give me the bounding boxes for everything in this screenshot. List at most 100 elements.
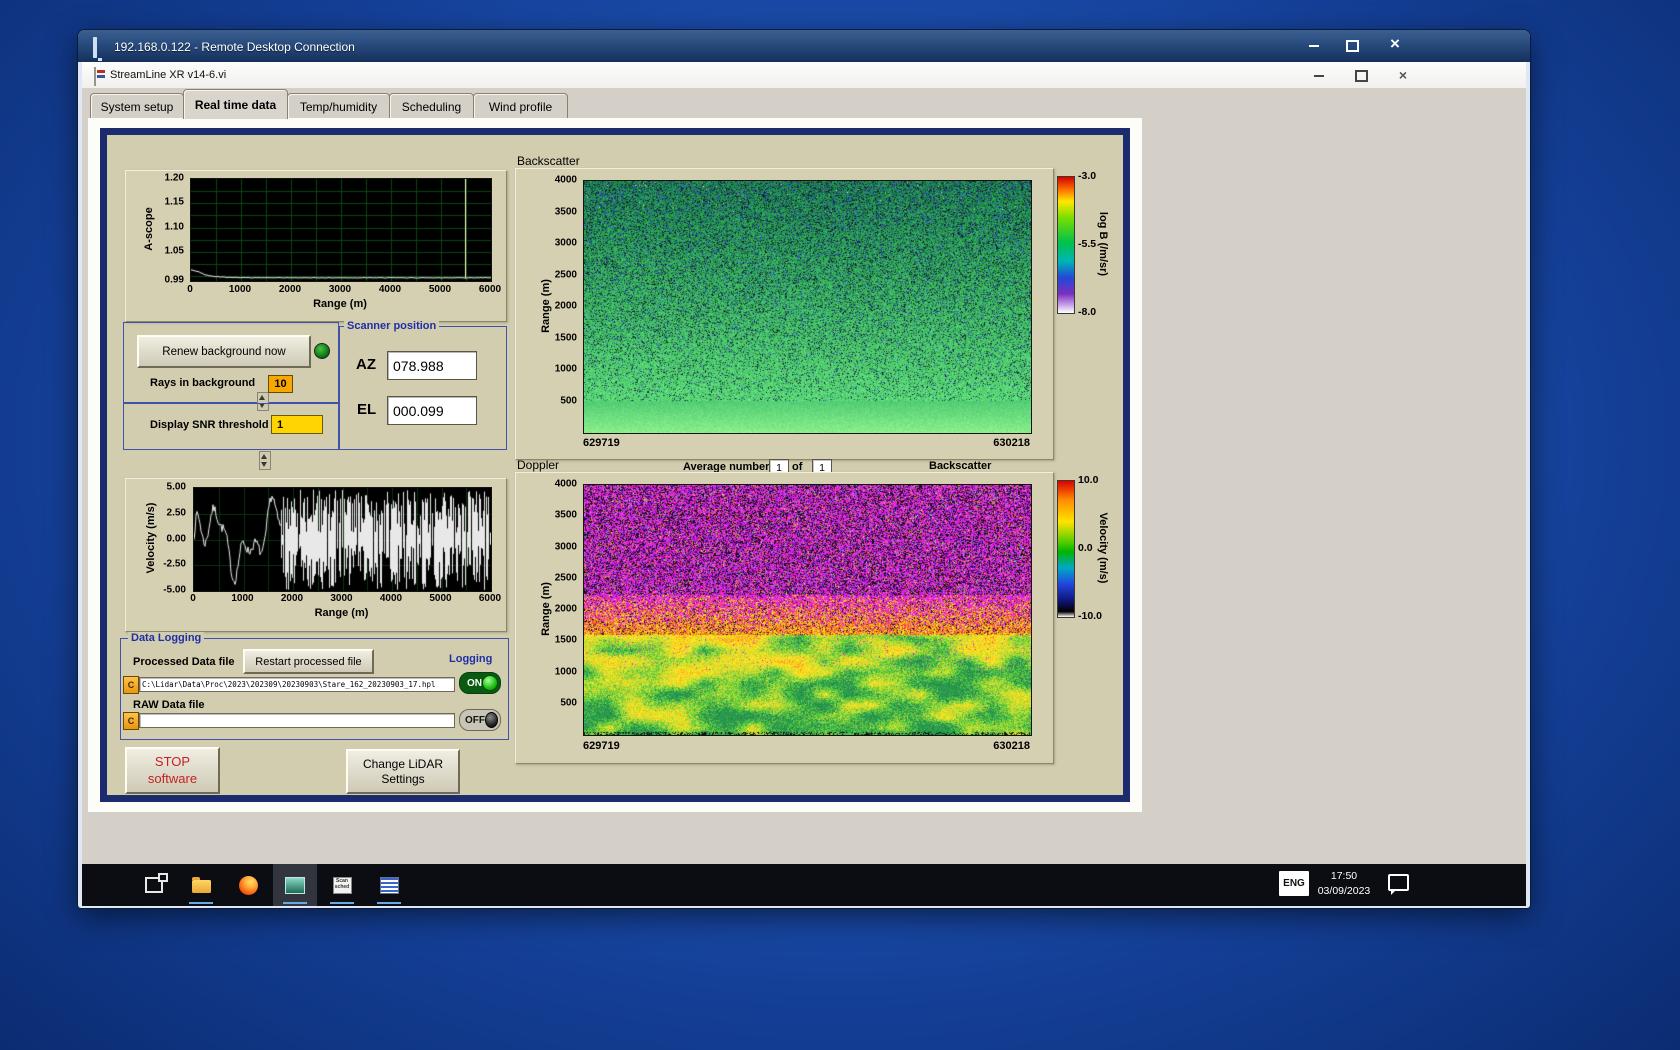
notification-icon bbox=[1388, 874, 1409, 895]
active-indicator bbox=[283, 901, 307, 904]
taskbar-button-streamline-app[interactable] bbox=[273, 864, 317, 906]
backscatter-colorbar bbox=[1057, 176, 1075, 314]
raw-logging-toggle[interactable]: OFF bbox=[459, 709, 501, 731]
tick-label: 4000 bbox=[554, 174, 577, 186]
velocity-x-axis-label: Range (m) bbox=[314, 607, 369, 619]
backscatter-title: Backscatter bbox=[517, 154, 580, 168]
background-led-indicator bbox=[314, 343, 330, 359]
tick-label: 0.99 bbox=[164, 274, 184, 286]
raw-drive-icon[interactable]: C bbox=[123, 712, 139, 730]
language-indicator[interactable]: ENG bbox=[1279, 871, 1309, 896]
backscatter-heatmap-canvas bbox=[583, 180, 1032, 434]
firefox-icon bbox=[238, 875, 258, 895]
snr-spinner[interactable] bbox=[259, 451, 271, 470]
stop-button-line1: STOP bbox=[154, 754, 191, 770]
tick-label: 3000 bbox=[554, 541, 577, 552]
task-view-icon bbox=[145, 873, 168, 893]
ascope-x-axis-label: Range (m) bbox=[313, 298, 367, 310]
processed-data-file-label: Processed Data file bbox=[133, 656, 235, 668]
taskbar-button-scan-scheduler[interactable]: Scan sched bbox=[320, 864, 364, 906]
app-window-title: StreamLine XR v14-6.vi bbox=[110, 69, 227, 81]
tick-label: 5.00 bbox=[166, 481, 186, 493]
processed-logging-toggle[interactable]: ON bbox=[459, 672, 501, 694]
tick-label: 2500 bbox=[554, 269, 577, 280]
tick-label: 1500 bbox=[554, 634, 577, 646]
raw-path-input[interactable] bbox=[139, 713, 455, 728]
clock-time: 17:50 bbox=[1330, 870, 1358, 882]
app-close-button[interactable]: × bbox=[1390, 66, 1416, 83]
backscatter-x-min-label: 629719 bbox=[583, 437, 620, 449]
taskbar-button-data-viewer[interactable] bbox=[367, 864, 411, 906]
tab-wind-profile[interactable]: Wind profile bbox=[473, 93, 568, 119]
tick-label: 1500 bbox=[554, 332, 577, 343]
restart-processed-file-button[interactable]: Restart processed file bbox=[243, 649, 374, 674]
tick-label: 4000 bbox=[378, 284, 402, 295]
scanner-position-title: Scanner position bbox=[344, 320, 440, 332]
change-lidar-settings-button[interactable]: Change LiDAR Settings bbox=[346, 749, 460, 794]
doppler-colorbar-label: Velocity (m/s) bbox=[1097, 512, 1109, 584]
minimize-icon bbox=[1314, 74, 1324, 77]
rdp-close-button[interactable]: × bbox=[1378, 34, 1412, 54]
taskbar-button-task-view[interactable] bbox=[132, 864, 176, 906]
stop-software-button[interactable]: STOP software bbox=[125, 747, 220, 794]
tick-label: 5000 bbox=[429, 593, 452, 604]
tick-label: 6000 bbox=[478, 593, 502, 604]
tick-label: 1.10 bbox=[164, 221, 184, 233]
processed-drive-icon[interactable]: C bbox=[123, 676, 139, 694]
tick-label: 1000 bbox=[231, 593, 254, 604]
processed-path-input[interactable] bbox=[139, 677, 455, 692]
az-value-field[interactable]: 078.988 bbox=[387, 351, 477, 380]
tick-label: 4000 bbox=[379, 593, 403, 604]
doppler-heatmap-canvas bbox=[583, 484, 1032, 736]
tick-label: 1000 bbox=[554, 363, 577, 375]
taskbar-clock[interactable]: 17:50 03/09/2023 bbox=[1312, 869, 1376, 899]
rdp-minimize-button[interactable] bbox=[1300, 37, 1328, 54]
backscatter-colorbar-label: log B (/m/sr) bbox=[1097, 211, 1109, 277]
tick-label: 6000 bbox=[478, 284, 502, 295]
rdp-window-title: 192.168.0.122 - Remote Desktop Connectio… bbox=[114, 40, 355, 54]
raw-data-file-label: RAW Data file bbox=[133, 699, 205, 711]
app-maximize-button[interactable] bbox=[1348, 68, 1374, 83]
backscatter-x-max-label: 630218 bbox=[993, 437, 1030, 449]
az-label: AZ bbox=[356, 356, 376, 373]
tab-scheduling[interactable]: Scheduling bbox=[389, 93, 474, 119]
tab-system-setup[interactable]: System setup bbox=[90, 93, 184, 119]
maximize-icon bbox=[1354, 69, 1368, 82]
renew-background-button[interactable]: Renew background now bbox=[137, 335, 311, 368]
tick-label: 4000 bbox=[554, 478, 577, 490]
taskbar-notification-button[interactable] bbox=[1388, 874, 1409, 895]
toggle-off-label: OFF bbox=[465, 714, 485, 726]
taskbar-button-file-explorer[interactable] bbox=[179, 864, 223, 906]
active-indicator bbox=[189, 901, 213, 904]
logging-label: Logging bbox=[449, 653, 493, 665]
tab-temp-humidity[interactable]: Temp/humidity bbox=[287, 93, 390, 119]
toggle-on-label: ON bbox=[467, 677, 482, 689]
el-value-field[interactable]: 000.099 bbox=[387, 396, 477, 425]
el-label: EL bbox=[357, 401, 377, 418]
tick-label: 2000 bbox=[554, 603, 577, 615]
scanner-position-group bbox=[339, 326, 507, 450]
doppler-x-min-label: 629719 bbox=[583, 740, 620, 752]
tick-label: 3000 bbox=[330, 593, 353, 604]
taskbar-button-firefox[interactable] bbox=[226, 864, 270, 906]
rdp-maximize-button[interactable] bbox=[1338, 37, 1366, 54]
tick-label: 0.00 bbox=[166, 533, 186, 544]
app-minimize-button[interactable] bbox=[1306, 68, 1332, 83]
data-logging-title: Data Logging bbox=[128, 632, 205, 644]
tick-label: 3000 bbox=[554, 237, 577, 249]
tab-real-time-data[interactable]: Real time data bbox=[183, 89, 288, 119]
tick-label: 2.50 bbox=[166, 507, 186, 519]
data-viewer-icon bbox=[379, 876, 399, 894]
minimize-icon bbox=[1309, 44, 1319, 47]
ascope-y-axis: 1.20 1.15 1.10 1.05 0.99 bbox=[152, 173, 186, 286]
rays-in-background-value[interactable]: 10 bbox=[268, 375, 293, 393]
change-button-line1: Change LiDAR bbox=[362, 756, 444, 771]
vi-file-icon bbox=[94, 67, 96, 86]
tick-label: 1.05 bbox=[164, 245, 184, 257]
remote-desktop-icon bbox=[93, 37, 97, 58]
tick-label: 1000 bbox=[228, 284, 252, 295]
tick-label: -5.00 bbox=[163, 584, 186, 596]
snr-threshold-value[interactable]: 1 bbox=[271, 415, 323, 434]
change-button-line2: Settings bbox=[381, 771, 425, 786]
ascope-x-axis: 0 1000 2000 3000 4000 5000 6000 bbox=[187, 284, 501, 296]
